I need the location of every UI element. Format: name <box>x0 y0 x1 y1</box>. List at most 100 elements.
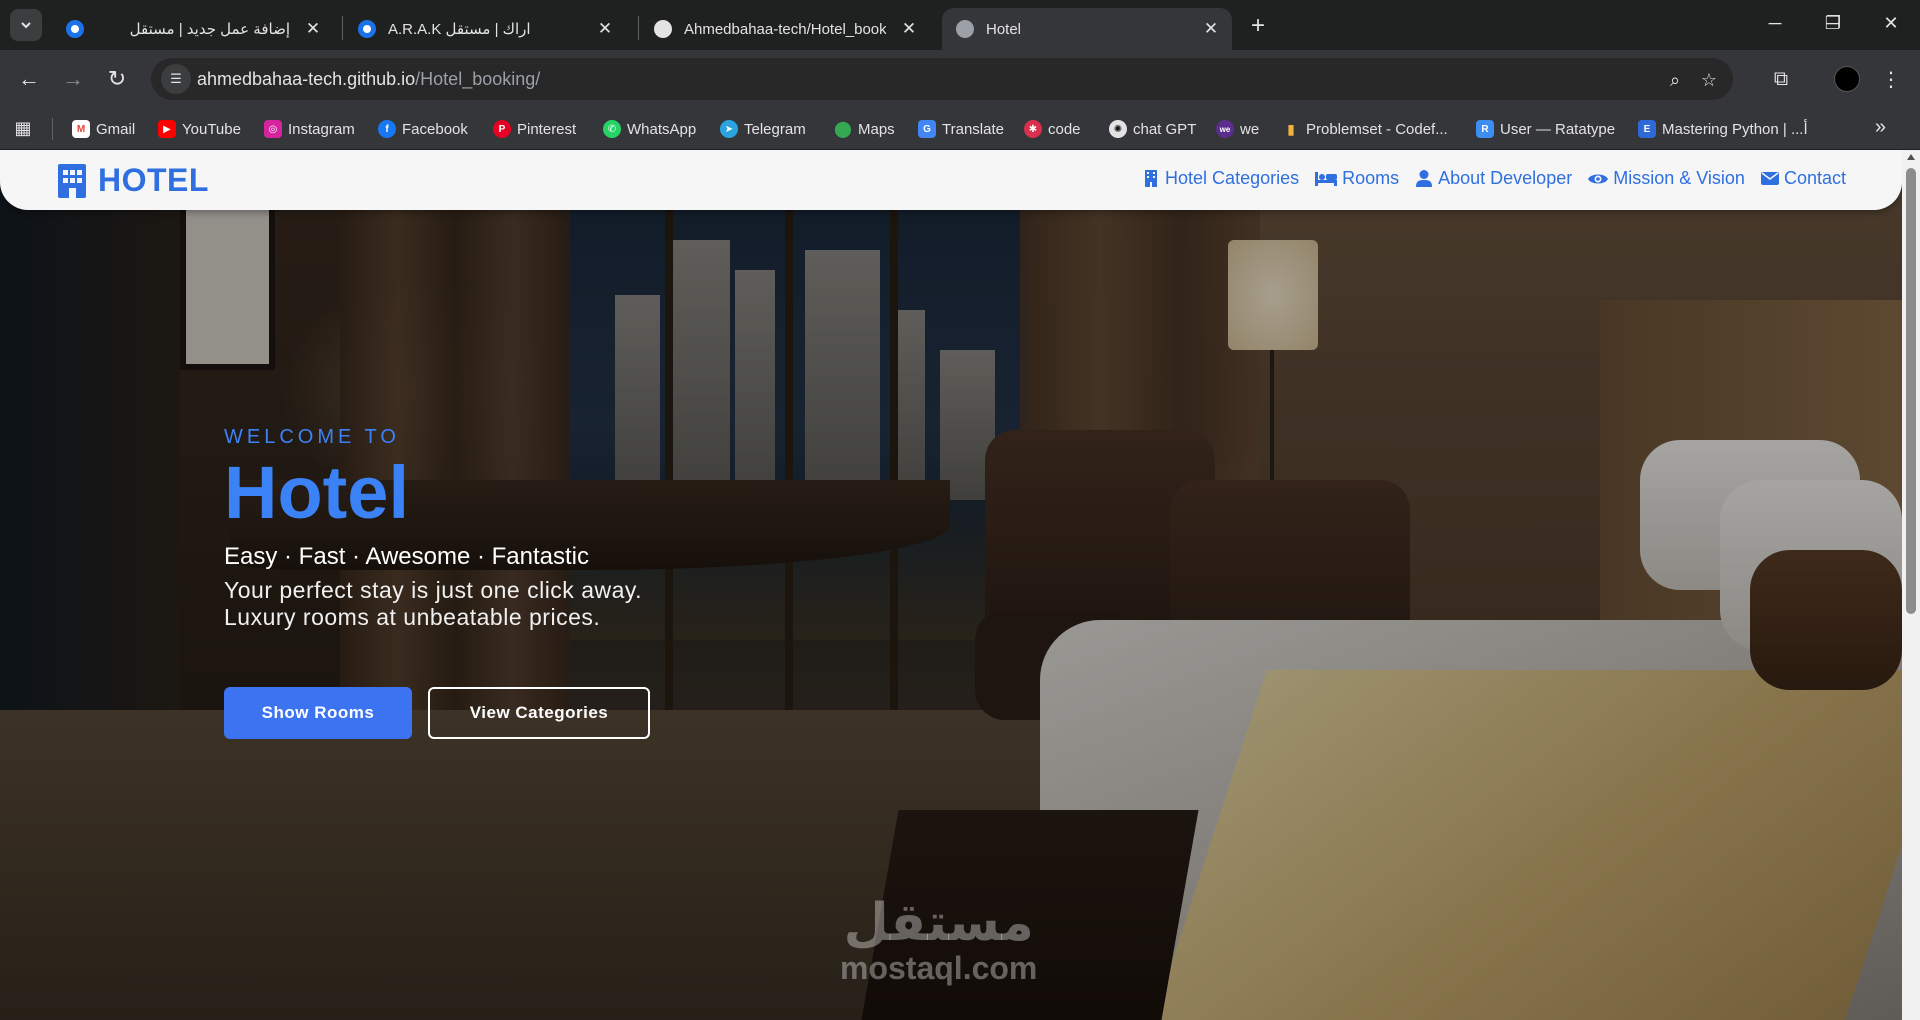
restore-button[interactable]: ❐ <box>1804 0 1862 46</box>
nav-label: Mission & Vision <box>1613 168 1745 188</box>
extensions-icon[interactable]: ⧉ <box>1764 62 1798 96</box>
forward-button[interactable]: → <box>56 62 90 96</box>
tab-title: Ahmedbahaa-tech/Hotel_booking <box>684 20 886 38</box>
nav-about-developer[interactable]: About Developer <box>1415 168 1572 189</box>
code-icon: ✱ <box>1024 120 1042 138</box>
hero-description: Your perfect stay is just one click away… <box>224 577 642 631</box>
minimize-button[interactable]: ─ <box>1746 0 1804 46</box>
page-scrollbar[interactable] <box>1902 150 1920 1020</box>
bookmark-label: Problemset - Codef... <box>1306 120 1448 138</box>
facebook-icon: f <box>378 120 396 138</box>
chatgpt-icon: ✺ <box>1109 120 1127 138</box>
scrollbar-thumb[interactable] <box>1906 168 1916 614</box>
chevron-down-icon <box>21 22 31 29</box>
bookmark-label: we <box>1240 120 1260 138</box>
ratatype-icon: R <box>1476 120 1494 138</box>
apps-grid-icon[interactable]: ▦ <box>12 117 34 139</box>
bookmark-chatgpt[interactable]: ✺ chat GPT <box>1109 117 1196 141</box>
bookmark-youtube[interactable]: ▶ YouTube <box>158 117 241 141</box>
chevron-double-right-icon[interactable]: » <box>1875 116 1886 139</box>
hero-content: WELCOME TO Hotel Easy · Fast · Awesome ·… <box>224 426 642 631</box>
watermark-arabic: مستقل <box>843 893 1034 953</box>
envelope-icon <box>1760 170 1779 188</box>
hero-description-line: Luxury rooms at unbeatable prices. <box>224 604 601 630</box>
map-pin-icon: ⬤ <box>834 121 852 138</box>
nav-label: Rooms <box>1342 168 1400 188</box>
tab-2[interactable]: A.R.A.K اراك | مستقل ✕ <box>344 8 626 50</box>
bookmark-ratatype[interactable]: R User — Ratatype <box>1476 117 1615 141</box>
bookmark-label: Telegram <box>744 120 806 138</box>
tab-title: إضافة عمل جديد | مستقل <box>129 21 290 38</box>
nav-rooms[interactable]: Rooms <box>1315 168 1399 189</box>
bookmark-translate[interactable]: G Translate <box>918 117 1004 141</box>
nav-contact[interactable]: Contact <box>1760 168 1846 189</box>
bookmark-codeforces[interactable]: ▮ Problemset - Codef... <box>1282 117 1448 141</box>
hero-description-line: Your perfect stay is just one click away… <box>224 577 643 603</box>
hotel-building-icon <box>56 163 88 198</box>
minimize-icon: ─ <box>1768 12 1782 33</box>
close-icon[interactable]: ✕ <box>1200 18 1222 40</box>
hero-eyebrow: WELCOME TO <box>224 426 400 448</box>
user-icon <box>1415 170 1433 188</box>
bookmark-telegram[interactable]: ➤ Telegram <box>720 117 806 141</box>
globe-icon <box>956 20 974 38</box>
show-rooms-button[interactable]: Show Rooms <box>224 687 412 739</box>
bookmark-mastering-python[interactable]: E Mastering Python | ...أ <box>1638 117 1808 141</box>
star-icon[interactable]: ☆ <box>1697 68 1721 92</box>
tab-4-active[interactable]: Hotel ✕ <box>942 8 1232 50</box>
plus-icon: + <box>1250 12 1265 39</box>
telegram-icon: ➤ <box>720 120 738 138</box>
address-bar[interactable]: ☰ ahmedbahaa-tech.github.io/Hotel_bookin… <box>151 58 1733 100</box>
bookmark-code[interactable]: ✱ code <box>1024 117 1081 141</box>
new-tab-button[interactable]: + <box>1244 12 1272 40</box>
scroll-up-arrow-icon[interactable] <box>1907 154 1915 160</box>
close-icon[interactable]: ✕ <box>898 18 920 40</box>
site-brand[interactable]: HOTEL <box>56 162 209 199</box>
nav-hotel-categories[interactable]: Hotel Categories <box>1142 168 1299 189</box>
nav-label: Contact <box>1783 168 1846 188</box>
close-icon: ✕ <box>1883 12 1899 33</box>
bookmark-whatsapp[interactable]: ✆ WhatsApp <box>603 117 696 141</box>
reload-icon: ↻ <box>107 66 127 91</box>
close-window-button[interactable]: ✕ <box>1862 0 1920 46</box>
bookmark-facebook[interactable]: f Facebook <box>378 117 468 141</box>
view-categories-button[interactable]: View Categories <box>428 687 650 739</box>
bed-icon <box>1315 170 1338 188</box>
site-navbar: HOTEL Hotel Categories Rooms About Devel… <box>0 150 1902 210</box>
url-text[interactable]: ahmedbahaa-tech.github.io/Hotel_booking/ <box>197 69 540 90</box>
bookmark-we[interactable]: we we <box>1216 117 1259 141</box>
bookmark-gmail[interactable]: M Gmail <box>72 117 135 141</box>
nav-label: About Developer <box>1438 168 1573 188</box>
mostaql-icon <box>66 20 84 38</box>
reload-button[interactable]: ↻ <box>100 62 134 96</box>
close-icon[interactable]: ✕ <box>302 18 324 40</box>
tab-search-button[interactable] <box>10 9 42 41</box>
bookmark-label: Maps <box>858 120 895 138</box>
tab-3[interactable]: Ahmedbahaa-tech/Hotel_booking ✕ <box>640 8 930 50</box>
bookmark-label: Pinterest <box>517 120 577 138</box>
zoom-icon[interactable]: ⌕ <box>1663 68 1687 92</box>
tune-icon: ☰ <box>170 71 182 86</box>
bookmark-pinterest[interactable]: P Pinterest <box>493 117 576 141</box>
bookmark-maps[interactable]: ⬤ Maps <box>834 117 895 141</box>
hero-actions: Show Rooms View Categories <box>224 687 650 739</box>
tab-title: Hotel <box>986 20 1022 38</box>
eye-icon <box>1588 170 1609 188</box>
bookmark-label: chat GPT <box>1133 120 1197 138</box>
bookmark-divider <box>52 118 53 140</box>
tab-1[interactable]: إضافة عمل جديد | مستقل ✕ <box>52 8 334 50</box>
close-icon[interactable]: ✕ <box>594 18 616 40</box>
bookmark-label: Instagram <box>288 120 355 138</box>
bookmark-instagram[interactable]: ◎ Instagram <box>264 117 355 141</box>
back-button[interactable]: ← <box>12 62 46 96</box>
mostaql-watermark: مستقل mostaql.com <box>840 895 1037 985</box>
site-info-button[interactable]: ☰ <box>161 64 191 94</box>
profile-avatar[interactable] <box>1834 66 1860 92</box>
arrow-left-icon: ← <box>18 66 40 91</box>
hero-tagline: Easy · Fast · Awesome · Fantastic <box>224 543 590 570</box>
tab-strip: إضافة عمل جديد | مستقل ✕ A.R.A.K اراك | … <box>0 0 1920 50</box>
menu-dots-icon[interactable]: ⋮ <box>1874 62 1908 96</box>
codeforces-icon: ▮ <box>1287 120 1295 137</box>
github-icon <box>654 20 672 38</box>
nav-mission-vision[interactable]: Mission & Vision <box>1588 168 1745 189</box>
